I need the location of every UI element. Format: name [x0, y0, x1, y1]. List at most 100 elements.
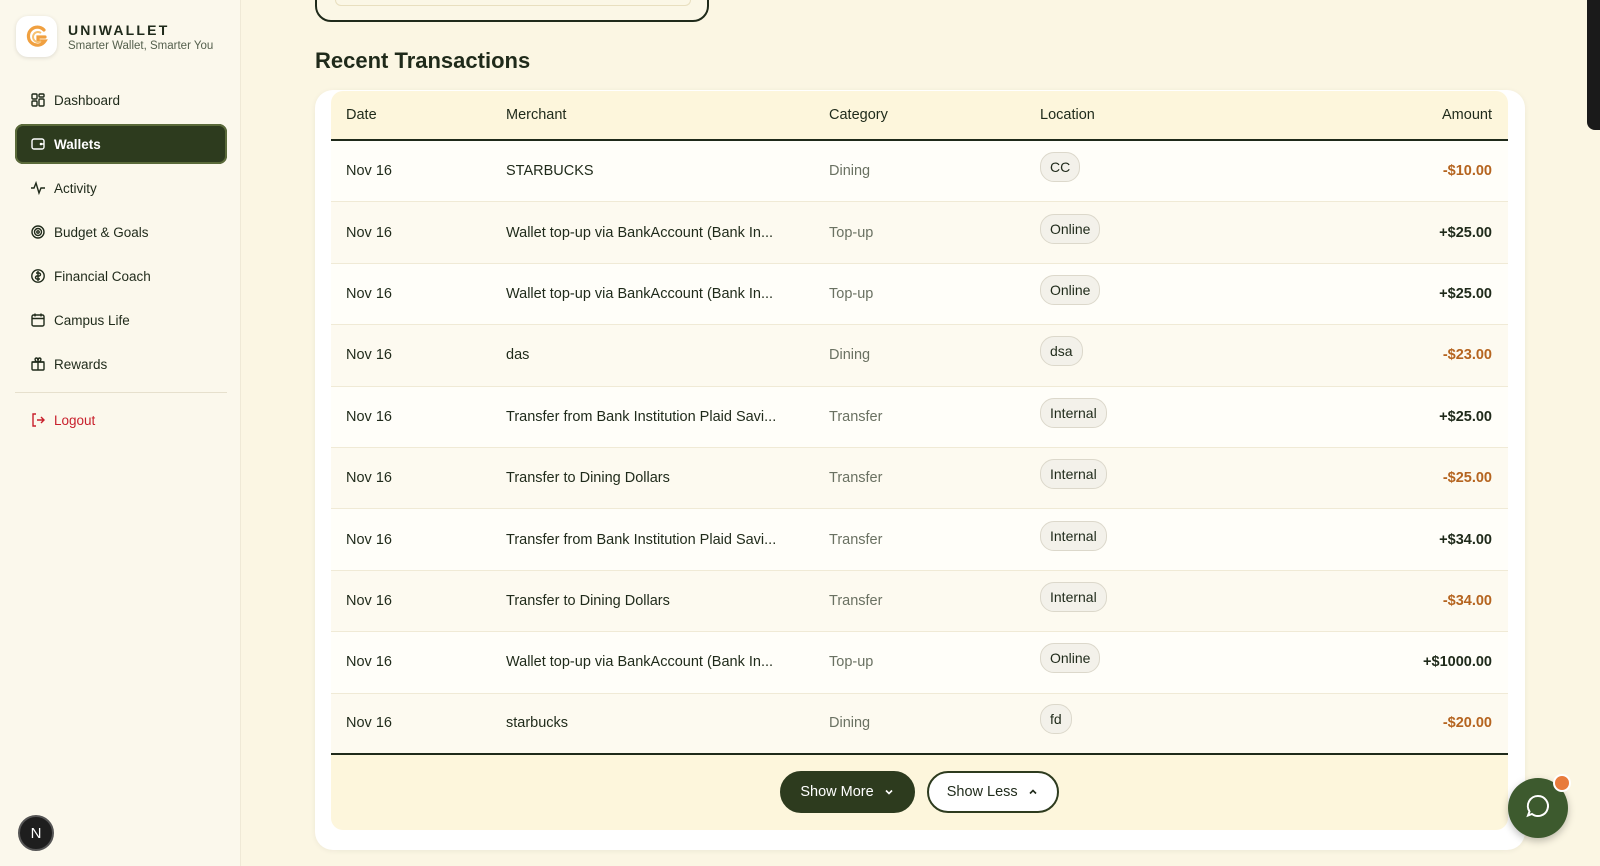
header-category: Category: [829, 107, 888, 123]
location-badge: CC: [1040, 152, 1081, 183]
table-row[interactable]: Nov 16 Wallet top-up via BankAccount (Ban…: [331, 263, 1508, 326]
chat-notification-badge: [1553, 774, 1571, 792]
wallet-icon: [30, 136, 46, 152]
table-row[interactable]: Nov 16 Wallet top-up via BankAccount (Ban…: [331, 202, 1508, 264]
transactions-table: Date Merchant Category Location Amount N…: [331, 91, 1508, 830]
transactions-card: Date Merchant Category Location Amount N…: [315, 90, 1525, 850]
location-badge: Internal: [1040, 397, 1107, 428]
cell-location: dsa: [1040, 336, 1340, 367]
sidebar-item-label: Campus Life: [54, 312, 130, 328]
cell-category: Transfer: [829, 531, 883, 548]
cell-merchant: Transfer from Bank Institution Plaid Sav…: [506, 408, 777, 425]
uniwallet-logo-icon: [16, 16, 57, 57]
brand-name: UNIWALLET: [68, 21, 170, 38]
cell-location: fd: [1040, 704, 1340, 735]
table-row[interactable]: Nov 16 das Dining dsa -$23.00: [331, 325, 1508, 387]
cell-location: Internal: [1040, 581, 1340, 612]
cell-category: Top-up: [829, 285, 874, 302]
cell-merchant: Wallet top-up via BankAccount (Bank In..…: [506, 224, 774, 241]
sidebar-item-rewards[interactable]: Rewards: [15, 344, 227, 384]
show-less-button[interactable]: Show Less: [926, 771, 1059, 814]
header-location: Location: [1040, 107, 1095, 123]
sidebar-item-wallets[interactable]: Wallets: [15, 124, 227, 164]
cell-category: Top-up: [829, 224, 874, 241]
cell-location: Online: [1040, 213, 1340, 244]
cell-date: Nov 16: [346, 408, 392, 425]
cell-category: Dining: [829, 163, 871, 180]
table-row[interactable]: Nov 16 Transfer from Bank Institution Pla…: [331, 386, 1508, 448]
table-row[interactable]: Nov 16 STARBUCKS Dining CC -$10.00: [331, 141, 1508, 203]
cell-date: Nov 16: [346, 470, 392, 487]
cell-location: Internal: [1040, 520, 1340, 551]
location-badge: dsa: [1040, 336, 1083, 367]
table-row[interactable]: Nov 16 starbucks Dining fd -$20.00: [331, 693, 1508, 755]
table-row[interactable]: Nov 16 Wallet top-up via BankAccount (Ban…: [331, 632, 1508, 694]
calendar-icon: [30, 312, 46, 328]
cell-amount: +$34.00: [1439, 531, 1492, 548]
logout-button[interactable]: Logout: [15, 400, 227, 440]
cell-category: Transfer: [829, 408, 883, 425]
cell-merchant: Transfer to Dining Dollars: [506, 470, 670, 487]
show-more-label: Show More: [800, 784, 874, 801]
gift-icon: [30, 356, 46, 372]
logout-icon: [30, 412, 46, 428]
table-body: Nov 16 STARBUCKS Dining CC -$10.00 Nov 16 Wall…: [331, 141, 1508, 755]
cell-merchant: das: [506, 347, 530, 364]
show-more-button[interactable]: Show More: [780, 771, 915, 814]
cell-merchant: STARBUCKS: [506, 163, 594, 180]
sidebar-item-activity[interactable]: Activity: [15, 168, 227, 208]
cell-location: Internal: [1040, 459, 1340, 490]
next-dev-badge[interactable]: N: [18, 815, 54, 851]
header-merchant: Merchant: [506, 107, 567, 123]
previous-card: [315, 0, 709, 22]
table-row[interactable]: Nov 16 Transfer to Dining Dollars Transfer…: [331, 570, 1508, 633]
previous-card-inner: [335, 0, 691, 6]
table-footer: Show More Show Less: [331, 754, 1508, 830]
section-title: Recent Transactions: [315, 48, 531, 73]
cell-date: Nov 16: [346, 347, 392, 364]
cell-date: Nov 16: [346, 285, 392, 302]
cell-amount: +$1000.00: [1423, 654, 1492, 671]
header-amount: Amount: [1442, 107, 1492, 123]
sidebar-item-financial-coach[interactable]: Financial Coach: [15, 256, 227, 296]
cell-category: Dining: [829, 715, 871, 732]
location-badge: Online: [1040, 213, 1101, 244]
location-badge: Online: [1040, 274, 1101, 305]
target-icon: [30, 224, 46, 240]
cell-location: Online: [1040, 643, 1340, 674]
table-row[interactable]: Nov 16 Transfer from Bank Institution Pla…: [331, 509, 1508, 571]
table-row[interactable]: Nov 16 Transfer to Dining Dollars Transfer…: [331, 447, 1508, 510]
cell-date: Nov 16: [346, 715, 392, 732]
brand-tagline: Smarter Wallet, Smarter You: [68, 39, 214, 52]
sidebar-item-label: Dashboard: [54, 92, 121, 108]
location-badge: fd: [1040, 704, 1072, 735]
chevron-down-icon: [883, 786, 895, 798]
logout-label: Logout: [54, 412, 96, 428]
cell-date: Nov 16: [346, 592, 392, 609]
cell-amount: +$25.00: [1439, 408, 1492, 425]
sidebar-item-dashboard[interactable]: Dashboard: [15, 80, 227, 120]
location-badge: Internal: [1040, 581, 1107, 612]
cell-location: CC: [1040, 152, 1340, 183]
location-badge: Internal: [1040, 520, 1107, 551]
brand[interactable]: UNIWALLET Smarter Wallet, Smarter You: [16, 16, 213, 57]
cell-category: Dining: [829, 347, 871, 364]
sidebar-item-label: Budget & Goals: [54, 224, 149, 240]
sidebar: UNIWALLET Smarter Wallet, Smarter You Da…: [0, 0, 241, 866]
cell-merchant: Transfer to Dining Dollars: [506, 592, 670, 609]
cell-category: Transfer: [829, 470, 883, 487]
browser-extension-toolbar[interactable]: [1587, 0, 1600, 130]
sidebar-item-label: Wallets: [54, 136, 101, 152]
sidebar-item-campus-life[interactable]: Campus Life: [15, 300, 227, 340]
header-date: Date: [346, 107, 377, 123]
sidebar-item-budget-goals[interactable]: Budget & Goals: [15, 212, 227, 252]
sidebar-divider: [15, 392, 227, 393]
cell-date: Nov 16: [346, 531, 392, 548]
grid-icon: [30, 92, 46, 108]
cell-date: Nov 16: [346, 224, 392, 241]
cell-date: Nov 16: [346, 654, 392, 671]
location-badge: Internal: [1040, 459, 1107, 490]
cell-location: Internal: [1040, 397, 1340, 428]
location-badge: Online: [1040, 643, 1101, 674]
activity-icon: [30, 180, 46, 196]
